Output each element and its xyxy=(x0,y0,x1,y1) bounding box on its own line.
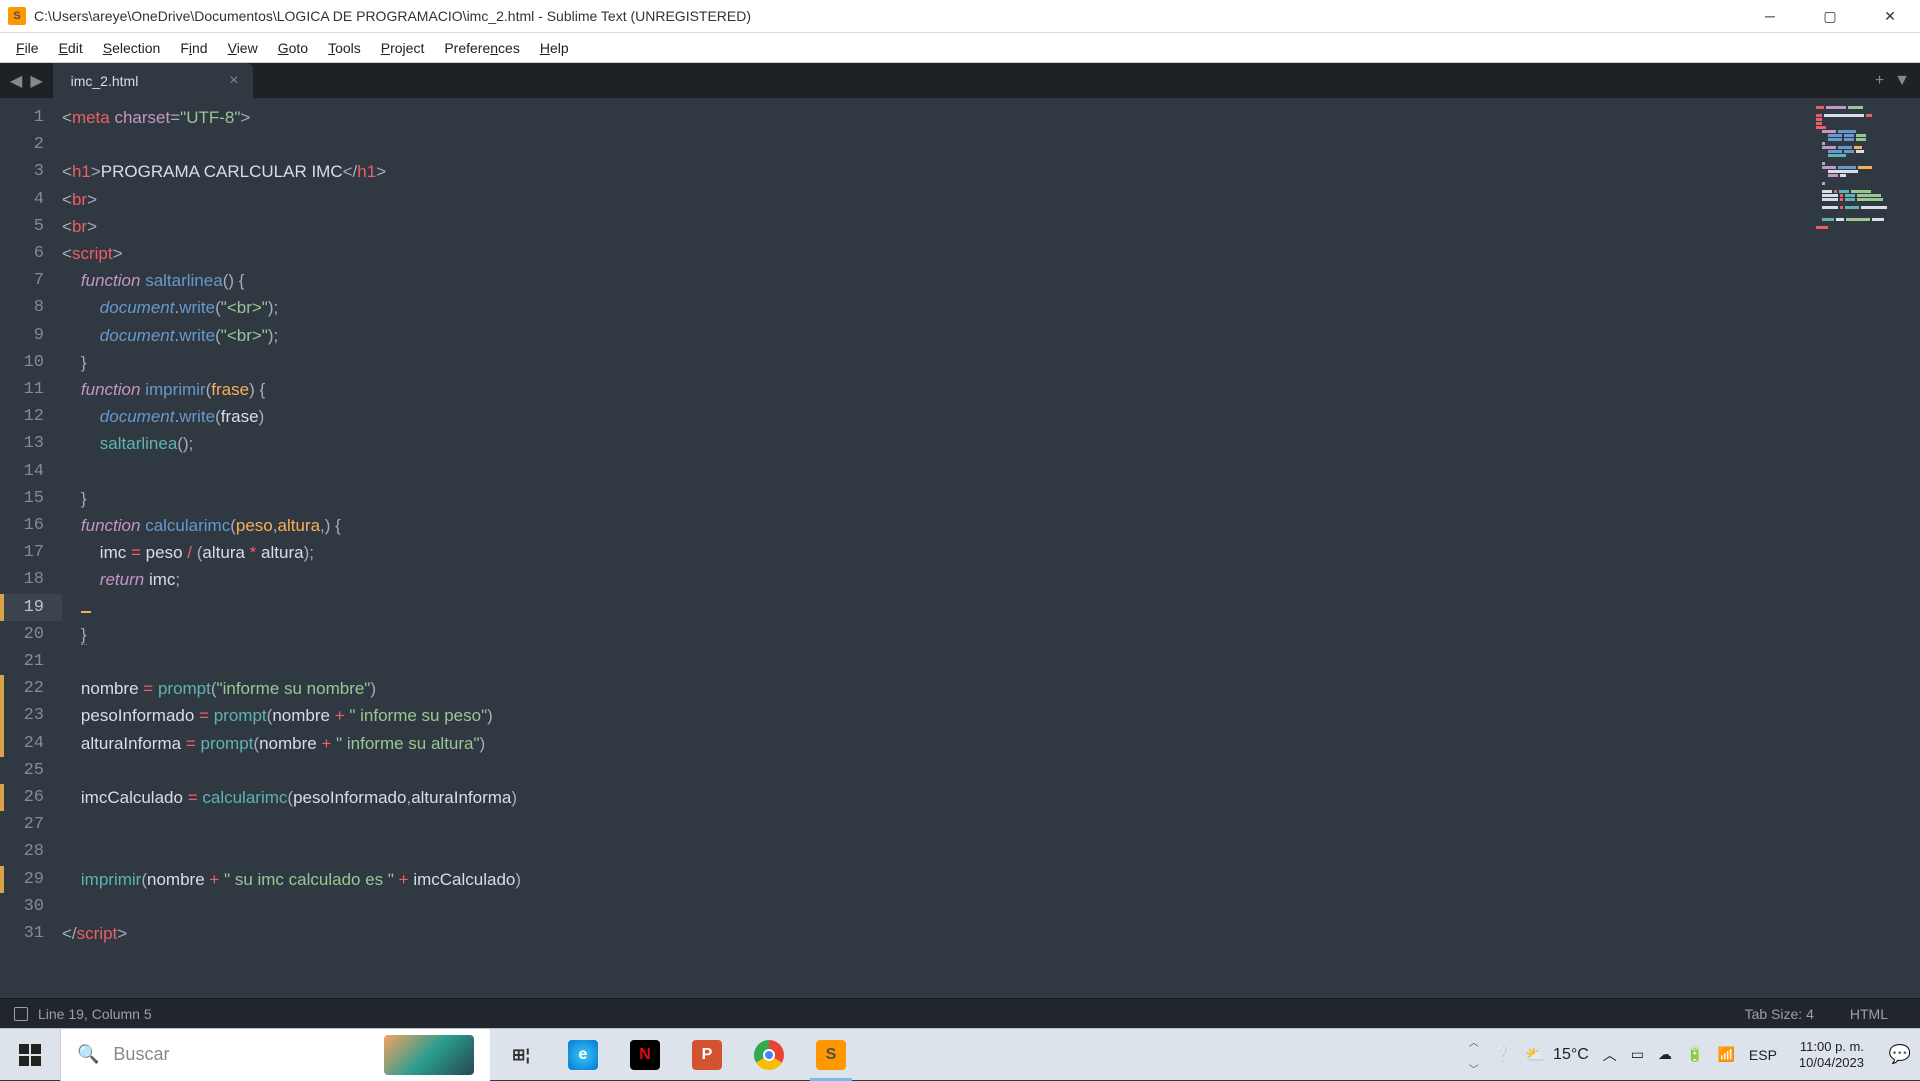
minimap-content xyxy=(1816,106,1906,196)
menu-preferences[interactable]: Preferences xyxy=(434,36,530,60)
menu-help[interactable]: Help xyxy=(530,36,579,60)
menu-selection[interactable]: Selection xyxy=(93,36,171,60)
clock-date: 10/04/2023 xyxy=(1799,1055,1864,1071)
app-netflix[interactable]: N xyxy=(614,1029,676,1081)
app-icon: S xyxy=(8,7,26,25)
status-syntax[interactable]: HTML xyxy=(1832,1006,1906,1022)
windows-logo-icon xyxy=(19,1044,41,1066)
tab-spacer xyxy=(253,63,1865,98)
menu-edit[interactable]: Edit xyxy=(49,36,93,60)
menu-bar: File Edit Selection Find View Goto Tools… xyxy=(0,33,1920,63)
app-sublime[interactable]: S xyxy=(800,1029,862,1081)
tab-imc2[interactable]: imc_2.html × xyxy=(53,63,253,98)
close-button[interactable]: ✕ xyxy=(1860,0,1920,33)
tray-wifi-icon[interactable]: 📶 xyxy=(1717,1046,1734,1063)
minimize-button[interactable]: ─ xyxy=(1740,0,1800,33)
taskbar-search[interactable]: 🔍 Buscar xyxy=(60,1029,490,1081)
tab-nav-arrows: ◀ ▶ xyxy=(0,63,53,98)
status-tab-size[interactable]: Tab Size: 4 xyxy=(1727,1006,1832,1022)
editor: 1234567891011121314151617181920212223242… xyxy=(0,98,1920,998)
clock-time: 11:00 p. m. xyxy=(1799,1039,1864,1055)
status-position[interactable]: Line 19, Column 5 xyxy=(38,1006,152,1022)
tab-dropdown-icon[interactable]: ▼ xyxy=(1894,72,1910,90)
minimap[interactable] xyxy=(1810,98,1920,998)
tab-label: imc_2.html xyxy=(71,73,139,89)
search-placeholder: Buscar xyxy=(113,1044,384,1065)
menu-find[interactable]: Find xyxy=(170,36,217,60)
app-edge[interactable]: e xyxy=(552,1029,614,1081)
tab-actions: + ▼ xyxy=(1865,63,1920,98)
window-controls: ─ ▢ ✕ xyxy=(1740,0,1920,33)
scroll-indicator[interactable]: ︿﹀ xyxy=(1462,1034,1486,1076)
system-tray: ❔ ⛅ 15°C ︿ ▭ ☁ 🔋 📶 ESP 11:00 p. m. 10/04… xyxy=(1486,1039,1880,1071)
weather-widget[interactable]: ⛅ 15°C xyxy=(1525,1045,1589,1065)
notifications-button[interactable]: 💬 xyxy=(1880,1044,1920,1065)
menu-tools[interactable]: Tools xyxy=(318,36,371,60)
tray-onedrive-icon[interactable]: ☁ xyxy=(1658,1046,1672,1063)
weather-icon: ⛅ xyxy=(1525,1045,1545,1065)
start-button[interactable] xyxy=(0,1029,60,1081)
taskbar-clock[interactable]: 11:00 p. m. 10/04/2023 xyxy=(1791,1039,1872,1071)
tray-language[interactable]: ESP xyxy=(1749,1047,1777,1063)
menu-view[interactable]: View xyxy=(218,36,268,60)
taskbar: 🔍 Buscar ⊞¦ e N P S ︿﹀ ❔ ⛅ 15°C ︿ ▭ ☁ 🔋 … xyxy=(0,1028,1920,1080)
menu-file[interactable]: File xyxy=(6,36,49,60)
nav-forward-icon[interactable]: ▶ xyxy=(26,71,46,91)
weather-temp: 15°C xyxy=(1553,1046,1589,1064)
gutter: 1234567891011121314151617181920212223242… xyxy=(0,98,62,998)
app-powerpoint[interactable]: P xyxy=(676,1029,738,1081)
tab-bar: ◀ ▶ imc_2.html × + ▼ xyxy=(0,63,1920,98)
menu-goto[interactable]: Goto xyxy=(268,36,318,60)
maximize-button[interactable]: ▢ xyxy=(1800,0,1860,33)
tray-help-icon[interactable]: ❔ xyxy=(1494,1046,1511,1063)
tray-meet-icon[interactable]: ▭ xyxy=(1631,1046,1644,1063)
task-view-button[interactable]: ⊞¦ xyxy=(490,1029,552,1081)
code-area[interactable]: <meta charset="UTF-8"> <h1>PROGRAMA CARL… xyxy=(62,98,1810,998)
status-bar: Line 19, Column 5 Tab Size: 4 HTML xyxy=(0,998,1920,1028)
tray-chevron-icon[interactable]: ︿ xyxy=(1603,1045,1617,1065)
taskbar-apps: ⊞¦ e N P S xyxy=(490,1029,862,1081)
window-title: C:\Users\areye\OneDrive\Documentos\LOGIC… xyxy=(34,8,1740,24)
tab-close-icon[interactable]: × xyxy=(199,72,238,90)
nav-back-icon[interactable]: ◀ xyxy=(6,71,26,91)
new-tab-icon[interactable]: + xyxy=(1875,72,1884,90)
title-bar: S C:\Users\areye\OneDrive\Documentos\LOG… xyxy=(0,0,1920,33)
search-highlight-image xyxy=(384,1035,474,1075)
menu-project[interactable]: Project xyxy=(371,36,435,60)
panel-toggle-icon[interactable] xyxy=(14,1007,28,1021)
app-chrome[interactable] xyxy=(738,1029,800,1081)
search-icon: 🔍 xyxy=(77,1044,99,1065)
tray-battery-icon[interactable]: 🔋 xyxy=(1686,1046,1703,1063)
